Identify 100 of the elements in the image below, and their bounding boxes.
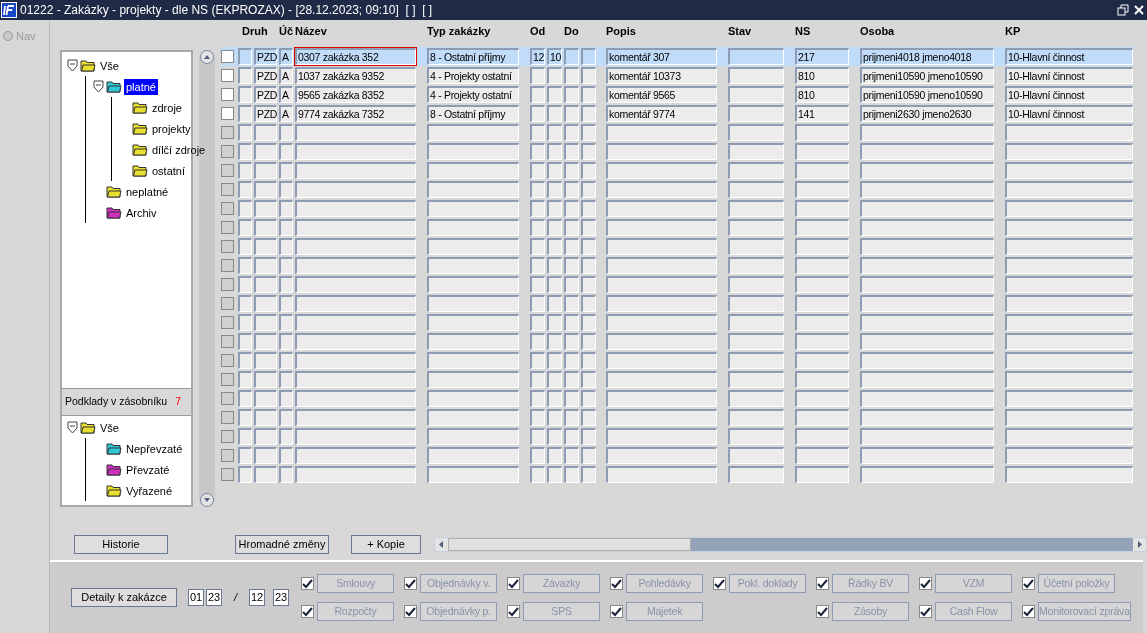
- table-row[interactable]: PZD A 9565 zakázka 8352 4 - Projekty ostatní komentář 9565 810 prijmeni10590 jmeno10590 10-Hlavní činnost: [221, 85, 1133, 104]
- table-cell: [728, 200, 784, 217]
- table-cell: [530, 238, 545, 255]
- table-cell: PZD: [254, 86, 277, 103]
- table-cell: [238, 124, 252, 141]
- table-cell: [728, 447, 784, 464]
- table-row[interactable]: PZD A 9774 zakázka 7352 8 - Ostatní příjmy komentář 9774 141 prijmeni2630 jmeno2630 10-Hlavní činnost: [221, 104, 1133, 123]
- table-cell: [728, 86, 784, 103]
- collapse-toggle-icon[interactable]: [67, 59, 78, 72]
- tree-item[interactable]: zdroje: [150, 99, 184, 116]
- checkbox[interactable]: [221, 107, 234, 120]
- tree-item[interactable]: Vše: [98, 57, 121, 74]
- table-cell: prijmeni10590 jmeno10590: [860, 86, 994, 103]
- table-cell: 810: [795, 86, 849, 103]
- collapse-toggle-icon[interactable]: [67, 421, 78, 434]
- table-cell: [238, 352, 252, 369]
- table-cell: A: [279, 48, 293, 65]
- table-cell: [547, 333, 562, 350]
- table-cell: [564, 333, 579, 350]
- table-cell: [547, 181, 562, 198]
- table-cell: [728, 409, 784, 426]
- scroll-up-icon[interactable]: [200, 50, 214, 64]
- table-cell: [564, 200, 579, 217]
- checkbox[interactable]: [221, 50, 234, 63]
- table-cell: [795, 295, 849, 312]
- scroll-right-icon[interactable]: [1133, 538, 1146, 552]
- table-cell: [795, 257, 849, 274]
- tree-item[interactable]: Vyřazené: [124, 482, 175, 499]
- table-cell: 217: [795, 48, 849, 65]
- tree-item[interactable]: ostatní: [150, 162, 188, 179]
- table-cell: 10-Hlavní činnost: [1005, 105, 1133, 122]
- table-cell: [279, 219, 293, 236]
- action-button[interactable]: Historie: [74, 535, 168, 555]
- table-cell: 9774 zakázka 7352: [295, 105, 416, 122]
- stack-label: Podklady v zásobníku: [65, 394, 168, 410]
- tree-item[interactable]: Převzaté: [124, 461, 172, 478]
- table-cell: [547, 447, 562, 464]
- month-field[interactable]: 01: [188, 589, 204, 607]
- horizontal-scrollbar[interactable]: [434, 537, 1147, 553]
- table-cell: [728, 48, 784, 65]
- table-cell: [547, 314, 562, 331]
- tree-item[interactable]: projekty: [150, 120, 193, 137]
- column-header: Od: [530, 25, 546, 37]
- table-cell: [254, 276, 277, 293]
- scroll-down-icon[interactable]: [200, 493, 214, 507]
- tree-item[interactable]: neplatné: [124, 183, 171, 200]
- close-icon[interactable]: [1133, 4, 1145, 16]
- table-cell: [547, 162, 562, 179]
- table-cell: [530, 219, 545, 236]
- restore-icon[interactable]: [1117, 4, 1129, 16]
- action-button[interactable]: + Kopie: [351, 535, 421, 555]
- table-cell: 10-Hlavní činnost: [1005, 86, 1133, 103]
- collapse-toggle-icon[interactable]: [93, 80, 104, 93]
- table-cell: [547, 200, 562, 217]
- scroll-left-icon[interactable]: [435, 538, 448, 552]
- table-cell: 8 - Ostatní příjmy: [427, 48, 519, 65]
- action-button[interactable]: Hromadné změny: [235, 535, 329, 555]
- table-cell: [530, 295, 545, 312]
- table-cell: [279, 200, 293, 217]
- table-cell: [564, 295, 579, 312]
- table-cell: komentář 10373: [606, 67, 717, 84]
- column-header: Do: [564, 25, 579, 37]
- table-cell: [728, 466, 784, 483]
- table-cell: [279, 162, 293, 179]
- table-cell: [564, 162, 579, 179]
- table-cell: [238, 428, 252, 445]
- tree-item[interactable]: Nepřevzaté: [124, 440, 185, 457]
- window-title: 01222 - Zakázky - projekty - dle NS (EKPROZAX) - [28.12.2023; 09:10] [ ] [ ]: [20, 2, 433, 19]
- table-cell: [530, 162, 545, 179]
- table-row[interactable]: PZD A 0307 zakázka 352 8 - Ostatní příjmy 12 10 komentář 307 217 prijmeni4018 jmeno4018 10-Hlavní činnost: [221, 47, 1133, 66]
- table-cell: [795, 181, 849, 198]
- table-cell: PZD: [254, 48, 277, 65]
- tree-item[interactable]: dílčí zdroje: [150, 141, 208, 158]
- table-cell: [728, 333, 784, 350]
- scrollbar-thumb[interactable]: [448, 538, 691, 552]
- column-header: Popis: [606, 25, 636, 37]
- table-cell: [795, 162, 849, 179]
- year-field[interactable]: 23: [273, 589, 290, 607]
- table-cell: [530, 409, 545, 426]
- table-cell: [530, 143, 545, 160]
- table-cell: [728, 238, 784, 255]
- table-cell: [547, 105, 562, 122]
- checkbox[interactable]: [221, 88, 234, 101]
- table-cell: [254, 390, 277, 407]
- app-logo-icon: [1, 2, 17, 18]
- table-cell: [581, 219, 596, 236]
- column-header: KP: [1005, 25, 1021, 37]
- tree-item[interactable]: Archiv: [124, 204, 159, 221]
- details-button[interactable]: Detaily k zakázce: [71, 588, 177, 608]
- table-cell: [581, 371, 596, 388]
- tree-item[interactable]: Vše: [98, 419, 121, 436]
- year-field[interactable]: 23: [206, 589, 222, 607]
- table-cell: [279, 390, 293, 407]
- table-cell: [530, 86, 545, 103]
- tree-item[interactable]: platné: [124, 78, 158, 95]
- checkbox[interactable]: [221, 69, 234, 82]
- table-row[interactable]: PZD A 1037 zakázka 9352 4 - Projekty ostatní komentář 10373 810 prijmeni10590 jmeno10590 10-Hlavní činnost: [221, 66, 1133, 85]
- month-field[interactable]: 12: [249, 589, 266, 607]
- table-cell: [728, 105, 784, 122]
- table-cell: 10: [547, 48, 562, 65]
